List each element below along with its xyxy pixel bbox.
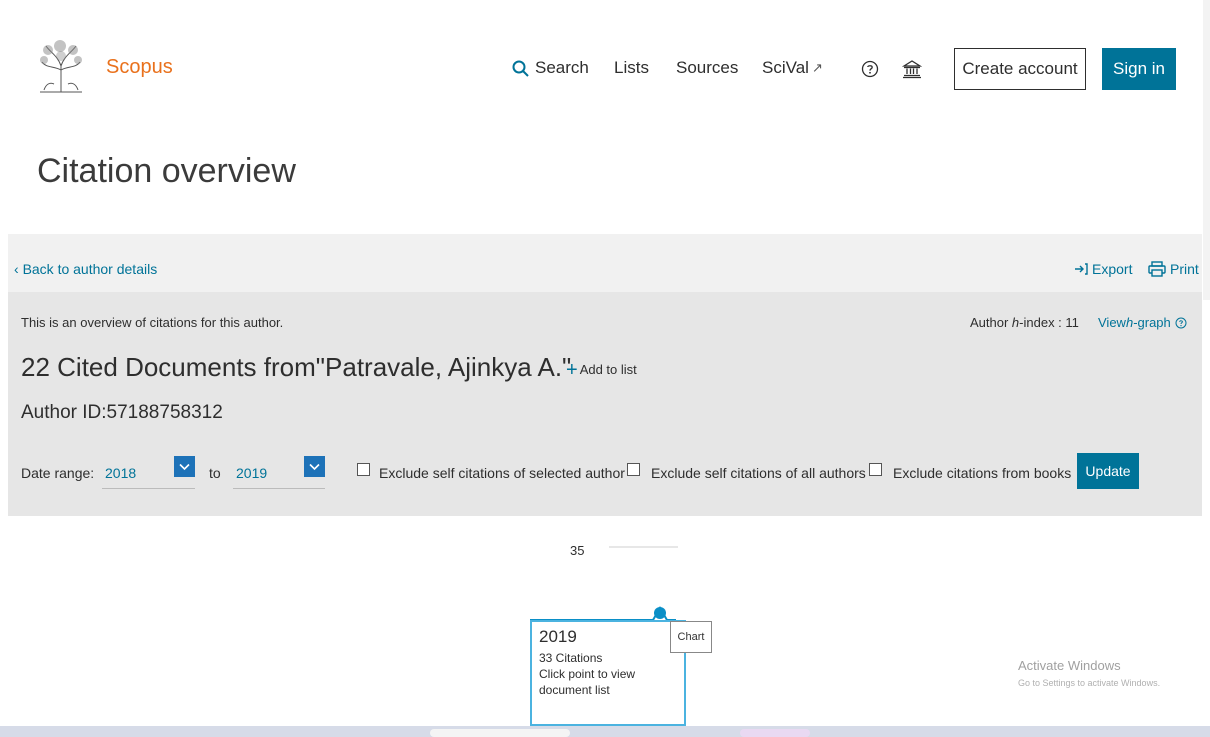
chevron-down-icon xyxy=(179,463,190,470)
data-point-2019[interactable] xyxy=(654,607,666,619)
activate-windows-subtitle: Go to Settings to activate Windows. xyxy=(1018,678,1161,688)
date-to-dropdown-button[interactable] xyxy=(304,456,325,477)
export-icon xyxy=(1075,263,1088,275)
nav-sources[interactable]: Sources xyxy=(676,58,738,78)
page-title: Citation overview xyxy=(37,152,296,190)
tooltip-year: 2019 xyxy=(539,627,577,646)
create-account-button[interactable]: Create account xyxy=(954,48,1086,90)
hindex-label-post: -index : 11 xyxy=(1019,315,1079,330)
hindex-label-pre: Author xyxy=(970,315,1012,330)
date-from-underline xyxy=(102,488,195,489)
hgraph-label-h: h xyxy=(1125,315,1134,330)
exclude-books-label[interactable]: Exclude citations from books xyxy=(893,465,1071,481)
toolbar-panel xyxy=(8,234,1202,292)
search-icon xyxy=(512,60,529,77)
exclude-self-selected-checkbox[interactable] xyxy=(357,463,370,476)
plus-icon: + xyxy=(566,358,578,381)
exclude-self-all-label[interactable]: Exclude self citations of all authors xyxy=(651,465,866,481)
add-to-list-button[interactable]: + Add to list xyxy=(566,358,637,381)
info-icon xyxy=(1175,317,1187,328)
export-label: Export xyxy=(1092,261,1133,277)
nav-scival[interactable]: SciVal ↗ xyxy=(762,58,823,78)
date-to-select[interactable]: 2019 xyxy=(236,465,267,481)
nav-lists[interactable]: Lists xyxy=(614,58,649,78)
chart-tooltip[interactable]: 2019 33 Citations Click point to view do… xyxy=(530,620,686,726)
help-button[interactable] xyxy=(859,58,881,80)
nav-search[interactable]: Search xyxy=(512,58,589,78)
exclude-self-all-checkbox[interactable] xyxy=(627,463,640,476)
taskbar xyxy=(0,726,1210,737)
nav-search-label: Search xyxy=(535,58,589,77)
page-scrollbar[interactable] xyxy=(1203,0,1210,300)
date-from-dropdown-button[interactable] xyxy=(174,456,195,477)
add-to-list-label: Add to list xyxy=(579,362,637,377)
institution-icon xyxy=(902,60,922,79)
view-hgraph-link[interactable]: View h -graph xyxy=(1098,315,1187,330)
print-button[interactable]: Print xyxy=(1148,261,1199,277)
exclude-books-checkbox[interactable] xyxy=(869,463,882,476)
external-link-icon: ↗ xyxy=(811,60,823,75)
scopus-brand-link[interactable]: Scopus xyxy=(106,56,173,79)
institution-button[interactable] xyxy=(901,58,923,80)
cited-documents-title: 22 Cited Documents from"Patravale, Ajink… xyxy=(21,352,572,382)
taskbar-item[interactable] xyxy=(430,729,570,737)
date-from-select[interactable]: 2018 xyxy=(105,465,136,481)
author-id: Author ID:57188758312 xyxy=(21,402,223,423)
print-icon xyxy=(1148,261,1166,277)
tooltip-citations: 33 Citations xyxy=(539,651,603,665)
to-label: to xyxy=(209,465,221,481)
elsevier-logo[interactable] xyxy=(36,40,86,94)
date-range-label: Date range: xyxy=(21,465,95,481)
taskbar-item[interactable] xyxy=(740,729,810,737)
help-icon xyxy=(861,60,879,78)
y-tick-label: 35 xyxy=(570,543,585,558)
export-button[interactable]: Export xyxy=(1074,261,1132,277)
print-label: Print xyxy=(1170,261,1199,277)
date-to-underline xyxy=(233,488,325,489)
hgraph-label-post: -graph xyxy=(1133,315,1171,330)
sign-in-button[interactable]: Sign in xyxy=(1102,48,1176,90)
overview-intro: This is an overview of citations for thi… xyxy=(21,315,284,330)
top-header: Scopus Search Lists Sources SciVal ↗ Cre… xyxy=(0,0,1210,140)
hgraph-label-pre: View xyxy=(1098,315,1126,330)
chart-context-tip: Chart xyxy=(670,621,712,653)
exclude-self-selected-label[interactable]: Exclude self citations of selected autho… xyxy=(379,465,625,481)
chevron-left-icon: ‹ xyxy=(14,261,19,277)
update-button[interactable]: Update xyxy=(1077,453,1139,489)
activate-windows-title: Activate Windows xyxy=(1018,658,1121,673)
tooltip-hint: Click point to view document list xyxy=(539,667,636,697)
back-to-author-link[interactable]: ‹ Back to author details xyxy=(14,261,157,277)
author-hindex: Author h-index : 11 xyxy=(970,315,1079,330)
chevron-down-icon xyxy=(309,463,320,470)
back-link-label: Back to author details xyxy=(22,261,158,277)
nav-scival-label: SciVal xyxy=(762,58,809,77)
